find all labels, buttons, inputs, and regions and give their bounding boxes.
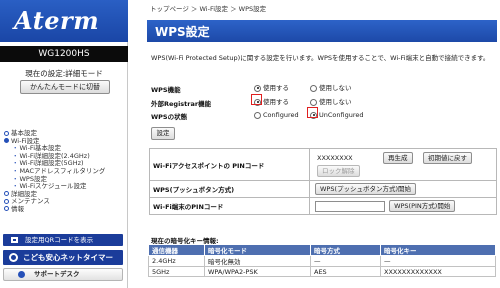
qr-code-icon [10,236,19,244]
external-registrar-label: 外部Registrar機能 [151,100,212,108]
col-header: 通信機器 [148,244,205,256]
page-description: WPS(Wi-Fi Protected Setup)に関する設定を行います。WP… [151,54,490,62]
dash-icon: ・ [12,166,19,175]
table-row: 5GHz WPA/WPA2-PSK AES XXXXXXXXXXXXX [148,266,496,277]
nav-item-info[interactable]: 情報 [4,205,128,214]
radio-empty-icon [254,111,261,119]
external-registrar-disable-radio[interactable]: 使用しない [310,97,352,107]
apply-settings-button[interactable]: 設定 [151,127,175,140]
kids-net-timer-button[interactable]: こども安心ネットタイマー [3,250,123,265]
ap-pin-label: Wi-Fiアクセスポイントの PINコード [149,148,310,181]
bullet-icon [4,191,9,197]
support-icon [18,271,25,278]
bullet-icon [4,130,9,136]
ap-pin-cell: XXXXXXXX 再生成 初期値に戻す ロック解除 [309,148,497,181]
table-cell: — [310,255,381,267]
red-highlight-box [251,94,262,105]
table-header-row: 通信機器 暗号化モード 暗号方式 暗号化キー [148,244,496,256]
col-header: 暗号化モード [204,244,311,256]
red-highlight-box [307,107,318,118]
wps-function-enable-radio[interactable]: 使用する [254,83,289,93]
bullet-icon [4,206,9,212]
bullet-icon [4,198,9,204]
model-name: WG1200HS [0,46,128,62]
wps-function-disable-radio[interactable]: 使用しない [310,83,352,93]
page-title-bar: WPS設定 [147,20,497,42]
aterm-logo: Aterm [14,6,100,35]
wps-push-button-start[interactable]: WPS(プッシュボタン方式)開始 [315,183,417,195]
radio-empty-icon [310,84,317,92]
radio-empty-icon [310,98,317,106]
show-qr-code-button[interactable]: 設定用QRコードを表示 [3,234,123,246]
regenerate-pin-button[interactable]: 再生成 [383,151,413,164]
wps-function-label: WPS機能 [151,86,181,94]
table-cell: — [380,255,496,267]
wps-pin-start-button[interactable]: WPS(PIN方式)開始 [389,200,456,212]
reset-pin-button[interactable]: 初期値に戻す [423,151,472,164]
col-header: 暗号化キー [380,244,496,256]
dash-icon: ・ [12,144,19,153]
bullet-icon [4,138,9,144]
client-pin-cell: WPS(PIN方式)開始 [309,197,497,215]
push-button-cell: WPS(プッシュボタン方式)開始 [309,180,497,198]
radio-checked-icon [254,84,261,92]
wps-method-table: Wi-Fiアクセスポイントの PINコード XXXXXXXX 再生成 初期値に戻… [149,148,497,215]
encryption-info-table: 通信機器 暗号化モード 暗号方式 暗号化キー 2.4GHz 暗号化無効 — — … [148,244,496,277]
ap-pin-value: XXXXXXXX [317,153,353,162]
wps-state-unconfigured-radio[interactable]: UnConfigured [310,110,364,120]
table-cell: 暗号化無効 [204,255,311,267]
table-cell: AES [310,266,381,277]
client-pin-label: Wi-Fi端末のPINコード [149,197,310,215]
table-cell: 5GHz [148,266,205,277]
table-row: Wi-Fi端末のPINコード WPS(PIN方式)開始 [149,197,497,215]
wps-state-label: WPSの状態 [151,113,188,121]
wps-state-configured-radio[interactable]: Configured [254,110,299,120]
sidebar-nav: 基本設定 Wi-Fi設定 ・Wi-Fi基本設定 ・Wi-Fi詳細設定(2.4GH… [4,129,128,214]
timer-icon [9,253,18,262]
push-button-label: WPS(プッシュボタン方式) [149,180,310,198]
current-mode-label: 現在の設定:詳細モード [25,69,103,78]
table-cell: XXXXXXXXXXXXX [380,266,496,277]
table-cell: 2.4GHz [148,255,205,267]
table-cell: WPA/WPA2-PSK [204,266,311,277]
table-row: 2.4GHz 暗号化無効 — — [148,255,496,267]
col-header: 暗号方式 [310,244,381,256]
logo-banner: Aterm [0,0,128,42]
support-desk-button[interactable]: サポートデスク [3,268,123,281]
sidebar: Aterm WG1200HS 現在の設定:詳細モード かんたんモードに切替 基本… [0,0,128,288]
table-row: WPS(プッシュボタン方式) WPS(プッシュボタン方式)開始 [149,180,497,198]
breadcrumb[interactable]: トップページ ＞ Wi-Fi設定 ＞ WPS設定 [150,3,266,13]
client-pin-input[interactable] [315,200,385,212]
page-title: WPS設定 [155,25,210,39]
lock-release-button[interactable]: ロック解除 [317,164,360,177]
table-row: Wi-Fiアクセスポイントの PINコード XXXXXXXX 再生成 初期値に戻… [149,148,497,181]
switch-simple-mode-button[interactable]: かんたんモードに切替 [20,80,110,94]
